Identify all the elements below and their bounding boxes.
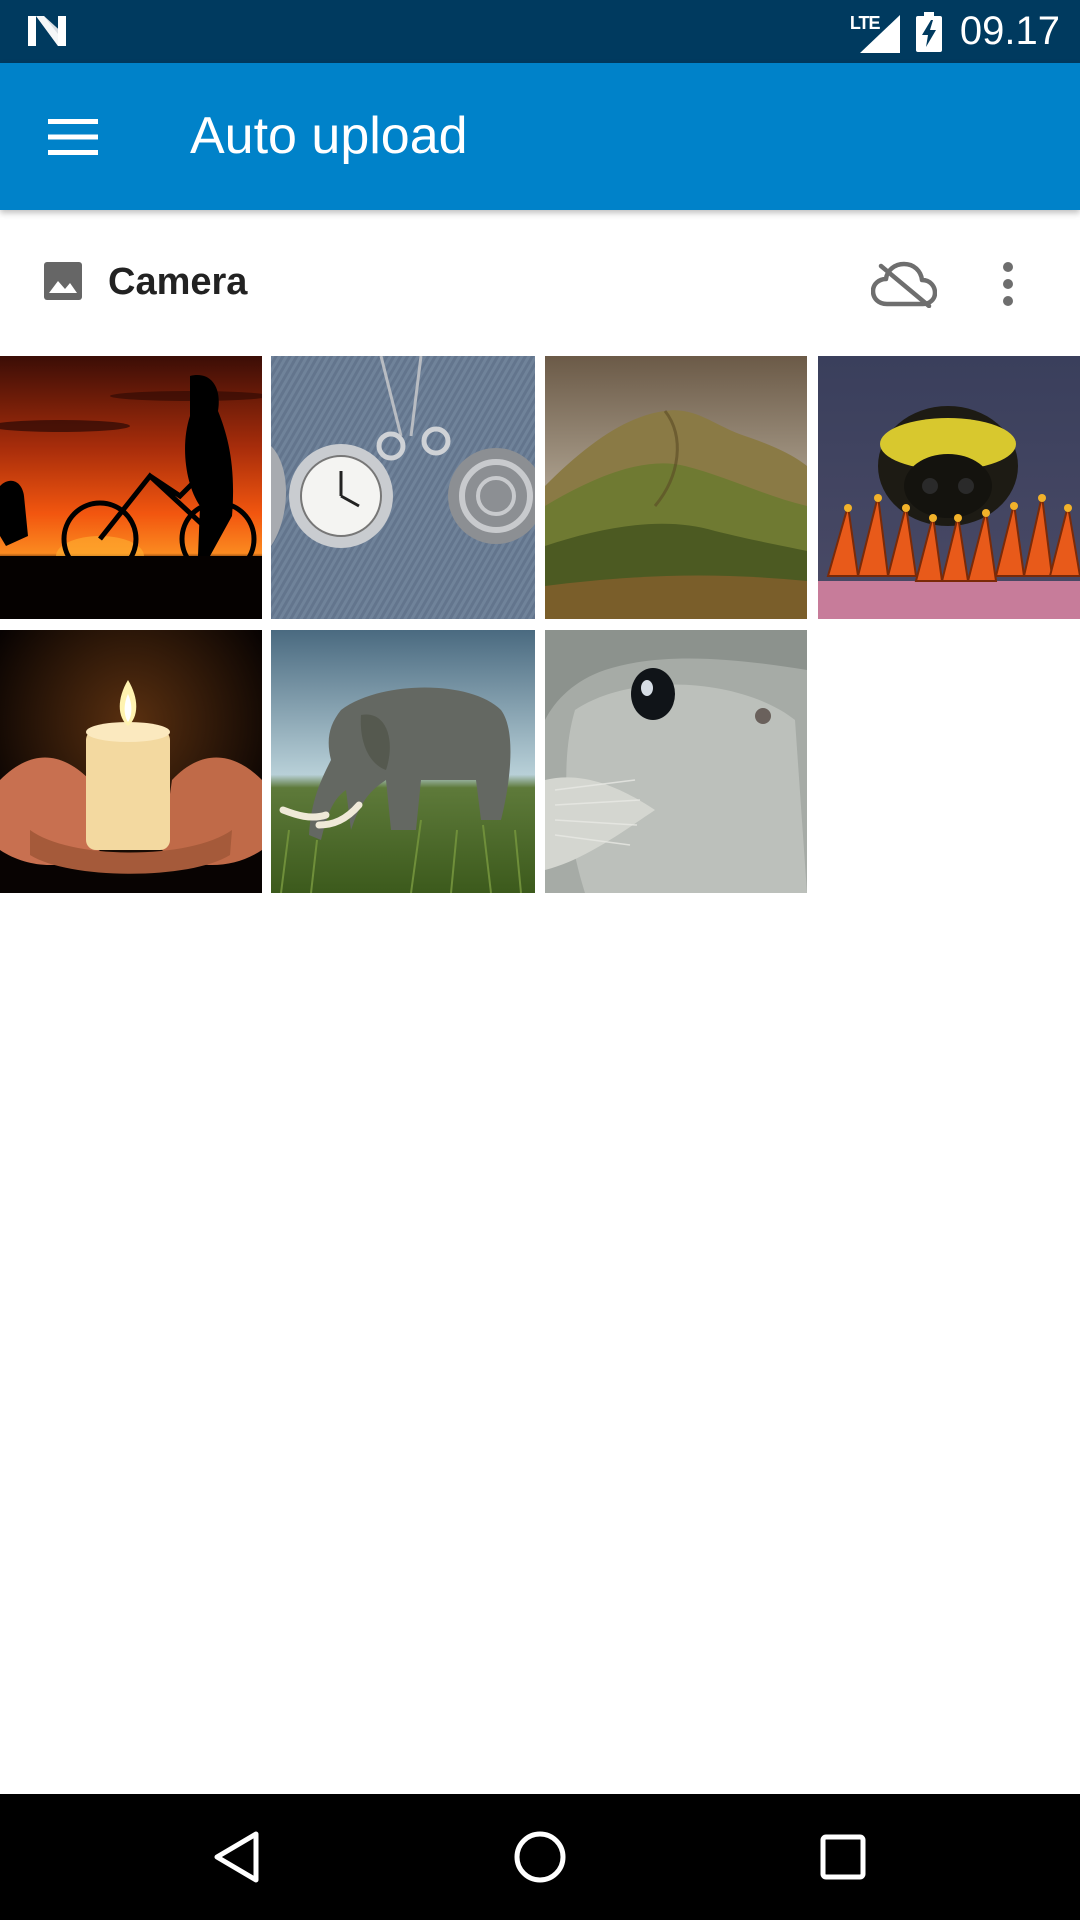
app-bar: Auto upload [0, 63, 1080, 210]
image-icon [44, 262, 82, 300]
thumbnail-pocket-watches[interactable] [271, 356, 535, 619]
hamburger-menu-icon [48, 119, 98, 155]
battery-charging-icon [915, 11, 942, 52]
menu-button[interactable] [26, 95, 120, 179]
back-button[interactable] [196, 1817, 276, 1897]
back-icon [214, 1831, 259, 1883]
home-icon [514, 1831, 566, 1883]
recents-button[interactable] [803, 1817, 883, 1897]
cloud-off-icon [871, 261, 937, 308]
folder-header: Camera [0, 210, 1080, 354]
thumbnail-seal[interactable] [545, 630, 807, 893]
more-options-button[interactable] [980, 252, 1036, 316]
recents-icon [820, 1834, 866, 1880]
thumbnail-hills[interactable] [545, 356, 807, 619]
thumbnail-sunset-bicycle[interactable] [0, 356, 262, 619]
thumbnail-candle[interactable] [0, 630, 262, 893]
thumbnail-elephant[interactable] [271, 630, 535, 893]
home-button[interactable] [500, 1817, 580, 1897]
thumbnail-bumblebee[interactable] [818, 356, 1080, 619]
status-icons: LTE 09.17 [850, 0, 1060, 63]
status-time: 09.17 [959, 9, 1060, 53]
more-vert-icon [1003, 262, 1013, 306]
signal-icon [859, 14, 900, 53]
status-bar: LTE 09.17 [0, 0, 1080, 63]
n-logo-icon [28, 16, 66, 46]
folder-name: Camera [108, 261, 248, 303]
toggle-sync-button[interactable] [862, 254, 946, 314]
navigation-bar [0, 1794, 1080, 1920]
signal-indicator: LTE [850, 11, 900, 53]
page-title: Auto upload [190, 107, 468, 165]
